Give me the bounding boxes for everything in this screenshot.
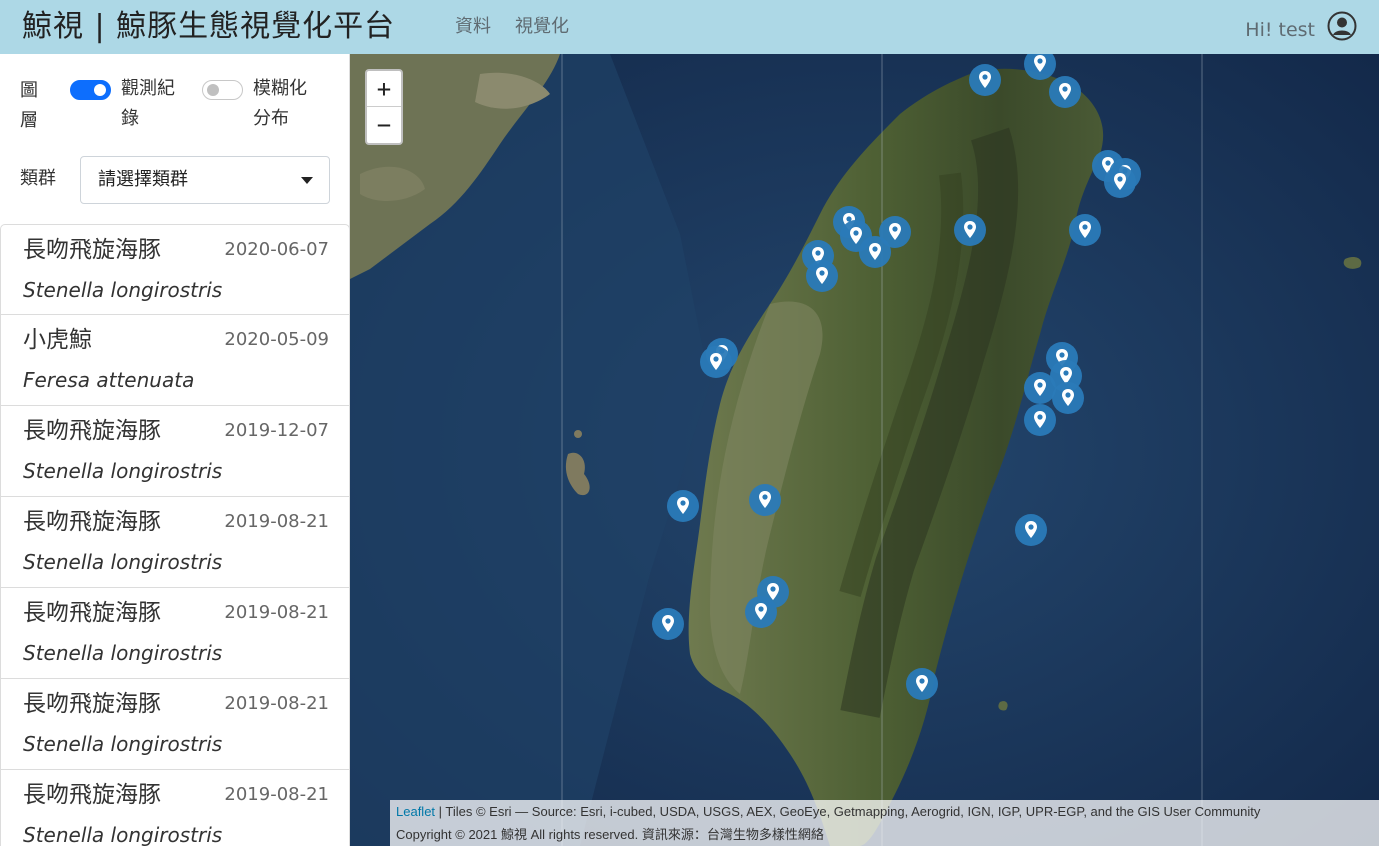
record-name: 小虎鯨 [23,327,92,353]
group-select-value: 請選擇類群 [98,169,188,190]
record-date: 2019-08-21 [224,602,329,623]
record-date: 2019-12-07 [224,420,329,441]
observation-marker[interactable] [954,214,986,246]
map-pin-icon [954,214,986,246]
record-name: 長吻飛旋海豚 [23,691,161,717]
observation-marker[interactable] [1104,166,1136,198]
map-pin-icon [1052,382,1084,414]
layer-label: 圖層 [20,80,38,131]
nav-link-visualization[interactable]: 視覺化 [515,14,569,40]
map-pin-icon [1049,76,1081,108]
toggle-observations[interactable] [70,80,111,100]
group-label: 類群 [20,168,56,189]
map-pin-icon [700,346,732,378]
map-pin-icon [652,608,684,640]
observation-marker[interactable] [906,668,938,700]
observation-marker[interactable] [859,236,891,268]
top-navbar: 鯨視 | 鯨豚生態視覺化平台 資料 視覺化 Hi! test [0,0,1379,54]
map-pin-icon [1069,214,1101,246]
record-scientific-name: Stenella longirostris [23,459,223,483]
zoom-out-button[interactable]: − [367,107,401,143]
list-item[interactable]: 長吻飛旋海豚 2019-08-21 Stenella longirostris [0,588,349,679]
observation-marker[interactable] [806,260,838,292]
list-item[interactable]: 長吻飛旋海豚 2019-12-07 Stenella longirostris [0,406,349,497]
record-scientific-name: Stenella longirostris [23,732,223,756]
map-pin-icon [749,484,781,516]
map-pin-icon [806,260,838,292]
map-pin-icon [1104,166,1136,198]
copyright-text: Copyright © 2021 鯨視 All rights reserved.… [396,827,824,842]
observation-marker[interactable] [1052,382,1084,414]
group-select[interactable]: 請選擇類群 [80,156,330,204]
observation-marker[interactable] [1015,514,1047,546]
caret-down-icon [301,177,313,184]
record-date: 2019-08-21 [224,511,329,532]
map-view[interactable]: + − Leaflet | Tiles © Esri — Source: Esr… [350,54,1379,846]
map-attribution: Leaflet | Tiles © Esri — Source: Esri, i… [390,800,1379,846]
observation-marker[interactable] [1069,214,1101,246]
list-item[interactable]: 長吻飛旋海豚 2019-08-21 Stenella longirostris [0,497,349,588]
observation-marker[interactable] [745,596,777,628]
list-item[interactable]: 長吻飛旋海豚 2020-06-07 Stenella longirostris [0,224,349,315]
observation-marker[interactable] [969,64,1001,96]
user-circle-icon[interactable] [1327,11,1357,41]
leaflet-link[interactable]: Leaflet [396,804,435,819]
record-name: 長吻飛旋海豚 [23,418,161,444]
record-scientific-name: Feresa attenuata [23,368,195,392]
site-brand[interactable]: 鯨視 | 鯨豚生態視覺化平台 [22,5,395,49]
toggle-observations-label: 觀測紀錄 [121,78,175,129]
nav-link-data[interactable]: 資料 [455,14,491,40]
user-greeting: Hi! test [1245,19,1315,41]
observation-marker[interactable] [667,490,699,522]
observation-marker[interactable] [652,608,684,640]
map-pin-icon [667,490,699,522]
toggle-blurred-distribution[interactable] [202,80,243,100]
record-name: 長吻飛旋海豚 [23,509,161,535]
zoom-in-button[interactable]: + [367,71,401,107]
sidebar: 圖層 觀測紀錄 模糊化分布 類群 請選擇類群 長吻飛旋海豚 2020-06-07… [0,54,350,846]
toggle-blurred-distribution-label: 模糊化分布 [253,78,307,129]
record-name: 長吻飛旋海豚 [23,600,161,626]
toggle-knob [94,84,106,96]
observation-marker[interactable] [700,346,732,378]
satellite-basemap [350,54,1379,846]
map-pin-icon [859,236,891,268]
list-item[interactable]: 長吻飛旋海豚 2019-08-21 Stenella longirostris [0,679,349,770]
observation-marker[interactable] [1024,404,1056,436]
map-pin-icon [745,596,777,628]
record-date: 2019-08-21 [224,784,329,805]
tiles-attribution: | Tiles © Esri — Source: Esri, i-cubed, … [435,804,1261,819]
record-date: 2020-06-07 [224,239,329,260]
observation-marker[interactable] [749,484,781,516]
map-pin-icon [969,64,1001,96]
list-item[interactable]: 小虎鯨 2020-05-09 Feresa attenuata [0,315,349,406]
record-scientific-name: Stenella longirostris [23,550,223,574]
record-date: 2020-05-09 [224,329,329,350]
map-pin-icon [1024,404,1056,436]
list-item[interactable]: 長吻飛旋海豚 2019-08-21 Stenella longirostris [0,770,349,846]
record-name: 長吻飛旋海豚 [23,782,161,808]
record-scientific-name: Stenella longirostris [23,823,223,846]
observation-marker[interactable] [1049,76,1081,108]
zoom-control: + − [365,69,403,145]
record-date: 2019-08-21 [224,693,329,714]
record-list: 長吻飛旋海豚 2020-06-07 Stenella longirostris … [0,224,349,846]
map-pin-icon [906,668,938,700]
record-scientific-name: Stenella longirostris [23,278,223,302]
record-scientific-name: Stenella longirostris [23,641,223,665]
toggle-knob [207,84,219,96]
map-pin-icon [1015,514,1047,546]
record-name: 長吻飛旋海豚 [23,237,161,263]
